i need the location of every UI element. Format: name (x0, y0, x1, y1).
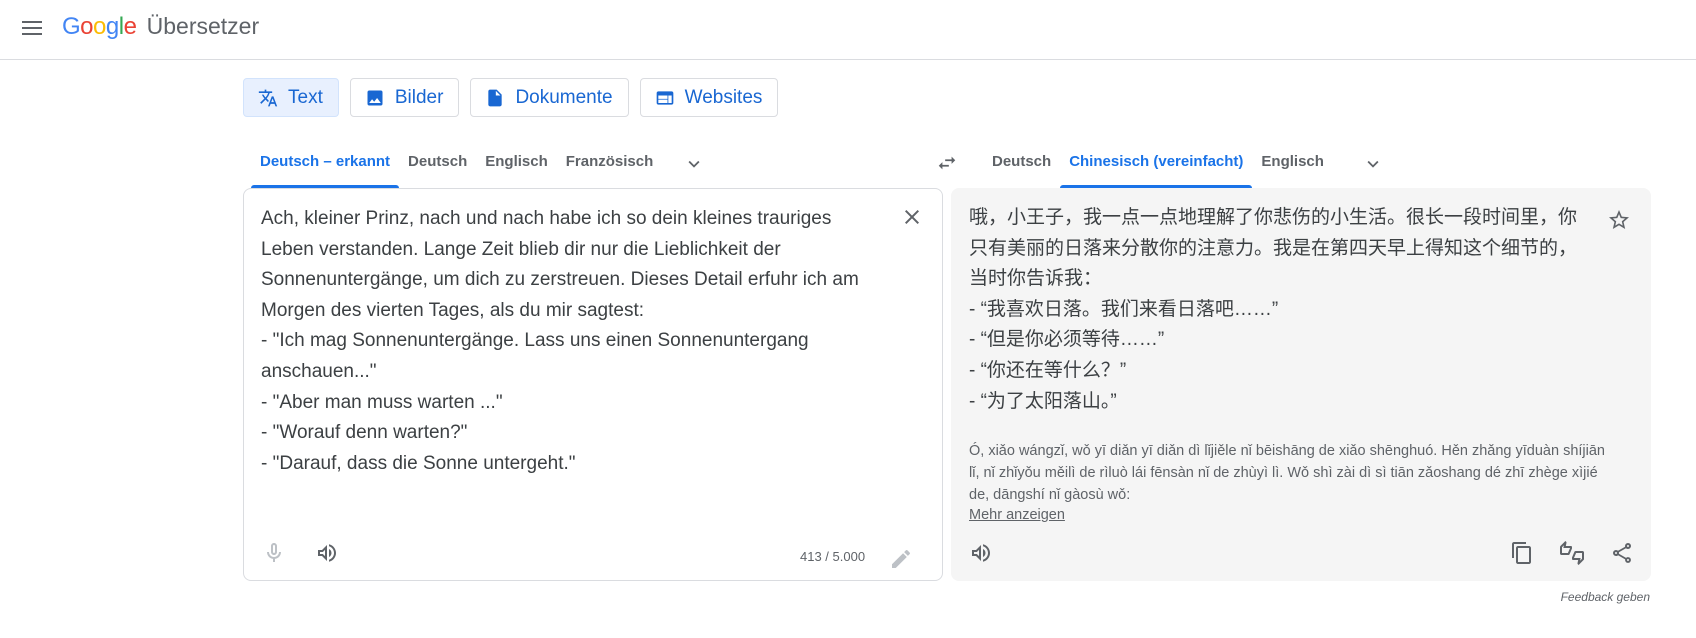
listen-source-button[interactable] (307, 533, 347, 573)
speaker-icon (318, 544, 336, 562)
target-lang-english[interactable]: Englisch (1252, 140, 1333, 188)
translate-icon (258, 89, 278, 106)
image-icon (367, 90, 383, 105)
menu-icon-bar (22, 33, 42, 35)
google-translate-logo[interactable]: Google Übersetzer (62, 10, 259, 43)
menu-icon-bar (22, 21, 42, 23)
edit-button[interactable] (881, 539, 921, 579)
save-translation-button[interactable] (1599, 200, 1639, 240)
chevron-down-icon (1367, 160, 1379, 168)
tab-label: Bilder (394, 86, 444, 108)
source-lang-french[interactable]: Französisch (557, 140, 663, 188)
website-icon (656, 90, 673, 105)
copy-icon (1512, 542, 1531, 564)
target-language-bar: Deutsch Chinesisch (vereinfacht) Englisc… (975, 140, 1650, 188)
show-more-link[interactable]: Mehr anzeigen (969, 507, 1065, 523)
source-lang-english[interactable]: Englisch (476, 140, 557, 188)
tab-images[interactable]: Bilder (349, 78, 460, 117)
pencil-icon (892, 549, 911, 568)
speaker-icon (972, 544, 990, 562)
mode-tabs: Text Bilder Dokumente Websites (243, 78, 779, 117)
voice-input-button[interactable] (254, 533, 294, 573)
source-language-bar: Deutsch – erkannt Deutsch Englisch Franz… (243, 140, 942, 188)
translation-panel: 哦，小王子，我一点一点地理解了你悲伤的小生活。很长一段时间里，你只有美丽的日落来… (951, 188, 1651, 581)
copy-translation-button[interactable] (1502, 533, 1542, 573)
menu-icon-bar (22, 27, 42, 29)
logo-letter: o (80, 13, 94, 40)
tab-label: Text (288, 86, 323, 108)
share-translation-button[interactable] (1602, 533, 1642, 573)
swap-languages-button[interactable] (925, 141, 969, 185)
share-icon (1613, 543, 1631, 563)
source-panel: Ach, kleiner Prinz, nach und nach habe i… (243, 188, 943, 581)
translation-text: 哦，小王子，我一点一点地理解了你悲伤的小生活。很长一段时间里，你只有美丽的日落来… (969, 207, 1578, 412)
listen-translation-button[interactable] (961, 533, 1001, 573)
logo-letter: g (105, 13, 119, 40)
source-text-input[interactable]: Ach, kleiner Prinz, nach und nach habe i… (261, 204, 881, 479)
document-icon (488, 89, 503, 106)
star-icon (1609, 210, 1629, 229)
swap-icon (938, 156, 956, 170)
chevron-down-icon (688, 160, 700, 168)
product-name: Übersetzer (146, 13, 260, 39)
tab-websites[interactable]: Websites (639, 78, 779, 117)
google-wordmark: Google (62, 13, 143, 40)
rate-translation-button[interactable] (1552, 533, 1592, 573)
tab-label: Dokumente (515, 86, 613, 108)
transliteration-text: Ó, xiǎo wángzǐ, wǒ yī diǎn yī diǎn dì lǐ… (969, 443, 1605, 503)
source-language-more-button[interactable] (674, 144, 714, 184)
logo-letter: G (62, 13, 81, 40)
main-menu-button[interactable] (16, 12, 48, 44)
logo-letter: e (123, 13, 137, 40)
thumbs-up-down-icon (1560, 541, 1584, 565)
clear-source-button[interactable] (894, 199, 930, 235)
send-feedback-link[interactable]: Feedback geben (1561, 590, 1650, 604)
tab-label: Websites (684, 86, 763, 108)
character-count: 413 / 5.000 (800, 549, 866, 564)
tab-documents[interactable]: Dokumente (470, 78, 629, 117)
tab-text[interactable]: Text (243, 78, 339, 117)
logo-letter: o (93, 13, 106, 40)
target-lang-chinese-simplified[interactable]: Chinesisch (vereinfacht) (1060, 140, 1253, 188)
close-icon (905, 210, 919, 224)
app-header: Google Übersetzer (0, 0, 1696, 60)
microphone-icon (267, 543, 281, 562)
target-lang-german[interactable]: Deutsch (983, 140, 1060, 188)
target-language-more-button[interactable] (1353, 144, 1393, 184)
source-lang-detected[interactable]: Deutsch – erkannt (251, 140, 400, 188)
source-lang-german[interactable]: Deutsch (399, 140, 476, 188)
